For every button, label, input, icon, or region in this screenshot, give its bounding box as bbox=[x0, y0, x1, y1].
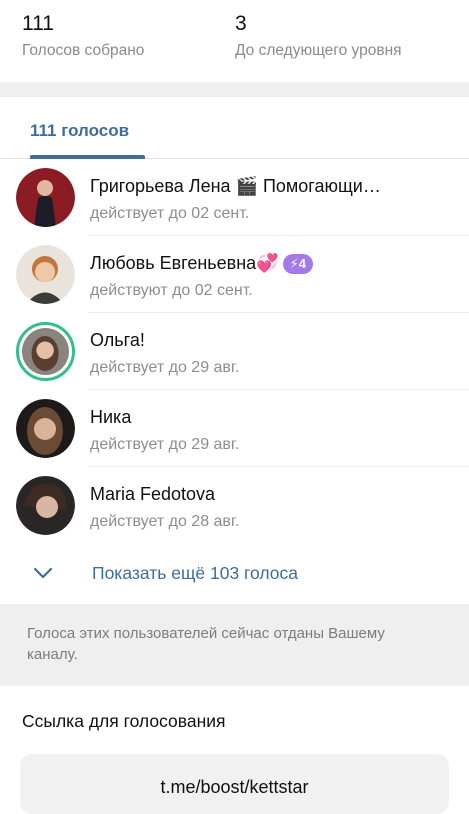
chevron-down-icon bbox=[33, 567, 53, 579]
avatar-image bbox=[16, 245, 75, 304]
user-name: Ольга! bbox=[90, 330, 145, 350]
voting-link-section: Ссылка для голосования t.me/boost/kettst… bbox=[0, 686, 469, 814]
avatar-image bbox=[16, 476, 75, 535]
user-name: Григорьева Лена 🎬 Помогающи… bbox=[90, 176, 381, 196]
avatar-image bbox=[16, 399, 75, 458]
avatar-story-ring bbox=[16, 322, 75, 381]
vote-status: действует до 28 авг. bbox=[90, 513, 240, 530]
stat-value: 111 bbox=[22, 12, 54, 35]
vote-status: действует до 29 авг. bbox=[90, 359, 240, 376]
stat-caption: До следующего уровня bbox=[235, 42, 402, 59]
list-item[interactable]: Ника действует до 29 авг. bbox=[0, 390, 469, 467]
voting-link[interactable]: t.me/boost/kettstar bbox=[20, 777, 449, 798]
vote-status: действует до 02 сент. bbox=[90, 205, 250, 222]
info-note: Голоса этих пользователей сейчас отданы … bbox=[0, 604, 469, 686]
show-more-label: Показать ещё 103 голоса bbox=[92, 563, 299, 583]
section-divider bbox=[0, 82, 469, 97]
stat-to-next-level: 3 До следующего уровня bbox=[235, 12, 402, 60]
avatar-image bbox=[16, 168, 75, 227]
user-name-text: Любовь Евгеньевна💞 bbox=[90, 253, 279, 273]
vote-status: действуют до 02 сент. bbox=[90, 282, 253, 299]
voting-link-field[interactable]: t.me/boost/kettstar bbox=[20, 754, 449, 814]
section-title: Ссылка для голосования bbox=[22, 711, 226, 731]
stat-caption: Голосов собрано bbox=[22, 42, 145, 59]
avatar bbox=[16, 399, 75, 458]
avatar bbox=[16, 168, 75, 227]
user-name: Любовь Евгеньевна💞 ⚡4 bbox=[90, 253, 313, 275]
voters-list: Григорьева Лена 🎬 Помогающи… действует д… bbox=[0, 159, 469, 544]
avatar-image bbox=[22, 328, 69, 375]
list-item[interactable]: Любовь Евгеньевна💞 ⚡4 действуют до 02 сен… bbox=[0, 236, 469, 313]
list-item[interactable]: Григорьева Лена 🎬 Помогающи… действует д… bbox=[0, 159, 469, 236]
boost-badge: ⚡4 bbox=[282, 254, 313, 275]
stat-votes-collected: 111 Голосов собрано bbox=[22, 12, 144, 60]
info-note-text: Голоса этих пользователей сейчас отданы … bbox=[27, 625, 385, 663]
user-name: Maria Fedotova bbox=[90, 484, 216, 504]
user-name: Ника bbox=[90, 407, 132, 427]
tab-bar: 111 голосов bbox=[0, 97, 469, 159]
list-item[interactable]: Ольга! действует до 29 авг. bbox=[0, 313, 469, 390]
show-more-button[interactable]: Показать ещё 103 голоса bbox=[0, 544, 469, 604]
avatar bbox=[16, 245, 75, 304]
vote-status: действует до 29 авг. bbox=[90, 436, 240, 453]
list-item[interactable]: Maria Fedotova действует до 28 авг. bbox=[0, 467, 469, 544]
stat-value: 3 bbox=[235, 12, 247, 35]
tab-votes[interactable]: 111 голосов bbox=[30, 121, 129, 141]
stats-header: 111 Голосов собрано 3 До следующего уров… bbox=[0, 0, 469, 82]
avatar bbox=[16, 476, 75, 535]
